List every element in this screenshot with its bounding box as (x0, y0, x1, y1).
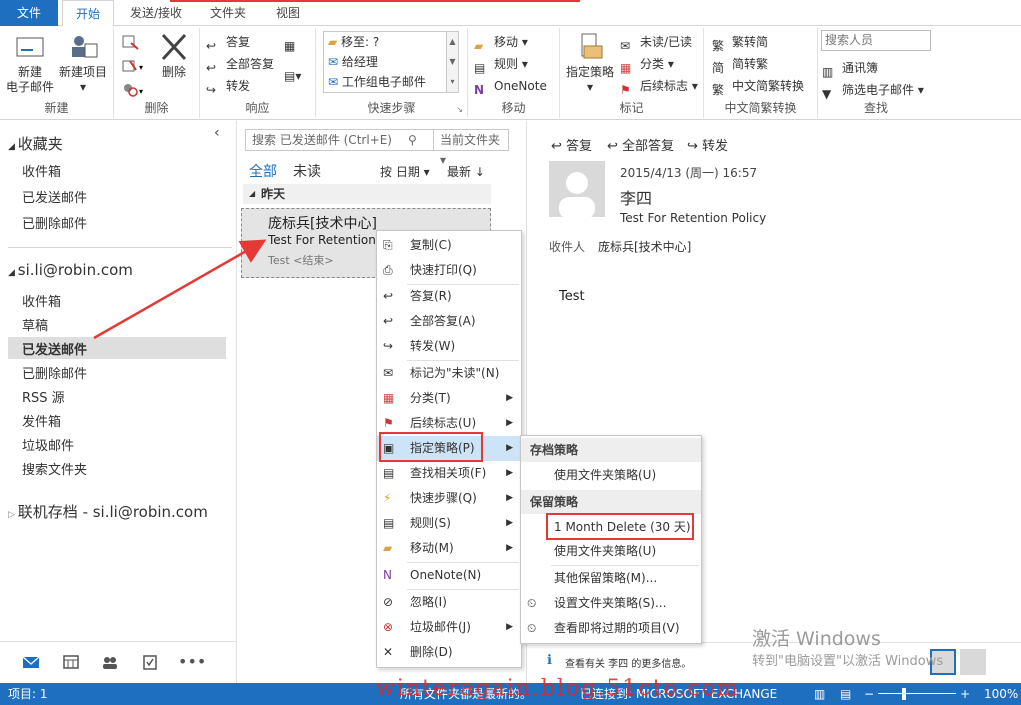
zoom-slider[interactable] (878, 693, 956, 694)
menu-item-junk[interactable]: ⊗ 垃圾邮件(J) ▶ (377, 615, 521, 640)
highlight-box-assign-policy (379, 432, 483, 462)
menu-item-label: 快速步骤(Q) (410, 491, 477, 505)
archive-use-folder-policy[interactable]: 使用文件夹策略(U) (521, 463, 701, 488)
submenu-arrow-icon: ▶ (506, 543, 513, 553)
menu-item-delete[interactable]: ✕ 删除(D) (377, 640, 521, 665)
menu-item-move[interactable]: ▰ 移动(M) ▶ (377, 536, 521, 561)
forward-icon: ↪ (383, 339, 394, 353)
expire-clock-icon: ⏲ (527, 621, 537, 635)
zoom-in-icon[interactable]: + (960, 683, 970, 705)
menu-item-label: 答复(R) (410, 289, 452, 303)
junk-icon: ⊗ (383, 620, 394, 634)
menu-item-ignore[interactable]: ⊘ 忽略(I) (377, 590, 521, 615)
other-retention-policy[interactable]: 其他保留策略(M)... (521, 566, 701, 591)
submenu-arrow-icon: ▶ (506, 468, 513, 478)
menu-item-label: 查找相关项(F) (410, 466, 487, 480)
menu-item-label: 垃圾邮件(J) (410, 620, 471, 634)
delete-x-icon: ✕ (383, 645, 394, 659)
retention-policy-header: 保留策略 (521, 490, 701, 514)
find-related-icon: ▤ (383, 466, 395, 480)
normal-view-icon[interactable]: ▤ (840, 683, 851, 705)
lightning-icon: ⚡ (383, 491, 392, 505)
menu-item-label: 分类(T) (410, 391, 451, 405)
menu-item-label: 转发(W) (410, 339, 456, 353)
menu-item-copy[interactable]: ⎘ 复制(C) (377, 233, 521, 258)
status-item-count: 项目: 1 (8, 687, 48, 701)
set-folder-policy[interactable]: ⏲ 设置文件夹策略(S)... (521, 591, 701, 616)
highlight-box-retention (546, 513, 694, 540)
menu-item-quick-print[interactable]: ⎙ 快速打印(Q) (377, 258, 521, 283)
menu-item-find-related[interactable]: ▤ 查找相关项(F) ▶ (377, 461, 521, 486)
menu-item-label: OneNote(N) (410, 568, 482, 582)
copy-icon: ⎘ (383, 238, 393, 252)
menu-item-quick-steps[interactable]: ⚡ 快速步骤(Q) ▶ (377, 486, 521, 511)
zoom-slider-thumb[interactable] (902, 688, 906, 700)
menu-item-reply[interactable]: ↩ 答复(R) (377, 284, 521, 309)
submenu-arrow-icon: ▶ (506, 493, 513, 503)
menu-item-rules[interactable]: ▤ 规则(S) ▶ (377, 511, 521, 536)
menu-item-label: 忽略(I) (410, 595, 447, 609)
menu-item-label: 标记为"未读"(N) (410, 366, 500, 380)
submenu-arrow-icon: ▶ (506, 622, 513, 632)
submenu-arrow-icon: ▶ (506, 518, 513, 528)
envelope-icon: ✉ (383, 366, 394, 380)
zoom-out-icon[interactable]: − (864, 683, 874, 705)
view-expiring-items[interactable]: ⏲ 查看即将过期的项目(V) (521, 616, 701, 641)
categorize-icon: ▦ (383, 391, 395, 405)
menu-item-reply-all[interactable]: ↩ 全部答复(A) (377, 309, 521, 334)
submenu-arrow-icon: ▶ (506, 393, 513, 403)
archive-policy-header: 存档策略 (521, 438, 701, 462)
menu-item-label: 删除(D) (410, 645, 453, 659)
move-folder-icon: ▰ (383, 541, 393, 555)
print-icon: ⎙ (383, 263, 393, 277)
menu-item-label: 复制(C) (410, 238, 452, 252)
rules-icon: ▤ (383, 516, 395, 530)
retention-use-folder-policy[interactable]: 使用文件夹策略(U) (521, 539, 701, 564)
reply-all-icon: ↩ (383, 314, 394, 328)
menu-item-categorize[interactable]: ▦ 分类(T) ▶ (377, 386, 521, 411)
submenu-arrow-icon: ▶ (506, 418, 513, 428)
blog-watermark: winteragain.blog.51cto.com (376, 676, 740, 701)
menu-item-onenote[interactable]: N OneNote(N) (377, 563, 521, 588)
submenu-arrow-icon: ▶ (506, 443, 513, 453)
menu-item-label: 快速打印(Q) (410, 263, 477, 277)
menu-item-label: 移动(M) (410, 541, 454, 555)
reply-icon: ↩ (383, 289, 394, 303)
ignore-icon: ⊘ (383, 595, 394, 609)
folder-clock-icon: ⏲ (527, 596, 537, 610)
zoom-level: 100% (984, 687, 1019, 701)
onenote-icon: N (383, 568, 392, 582)
menu-item-label: 全部答复(A) (410, 314, 476, 328)
menu-item-mark-unread[interactable]: ✉ 标记为"未读"(N) (377, 361, 521, 386)
reading-view-icon[interactable]: ▥ (814, 683, 825, 705)
menu-item-label: 规则(S) (410, 516, 451, 530)
menu-item-forward[interactable]: ↪ 转发(W) (377, 334, 521, 359)
flag-icon: ⚑ (383, 416, 394, 430)
